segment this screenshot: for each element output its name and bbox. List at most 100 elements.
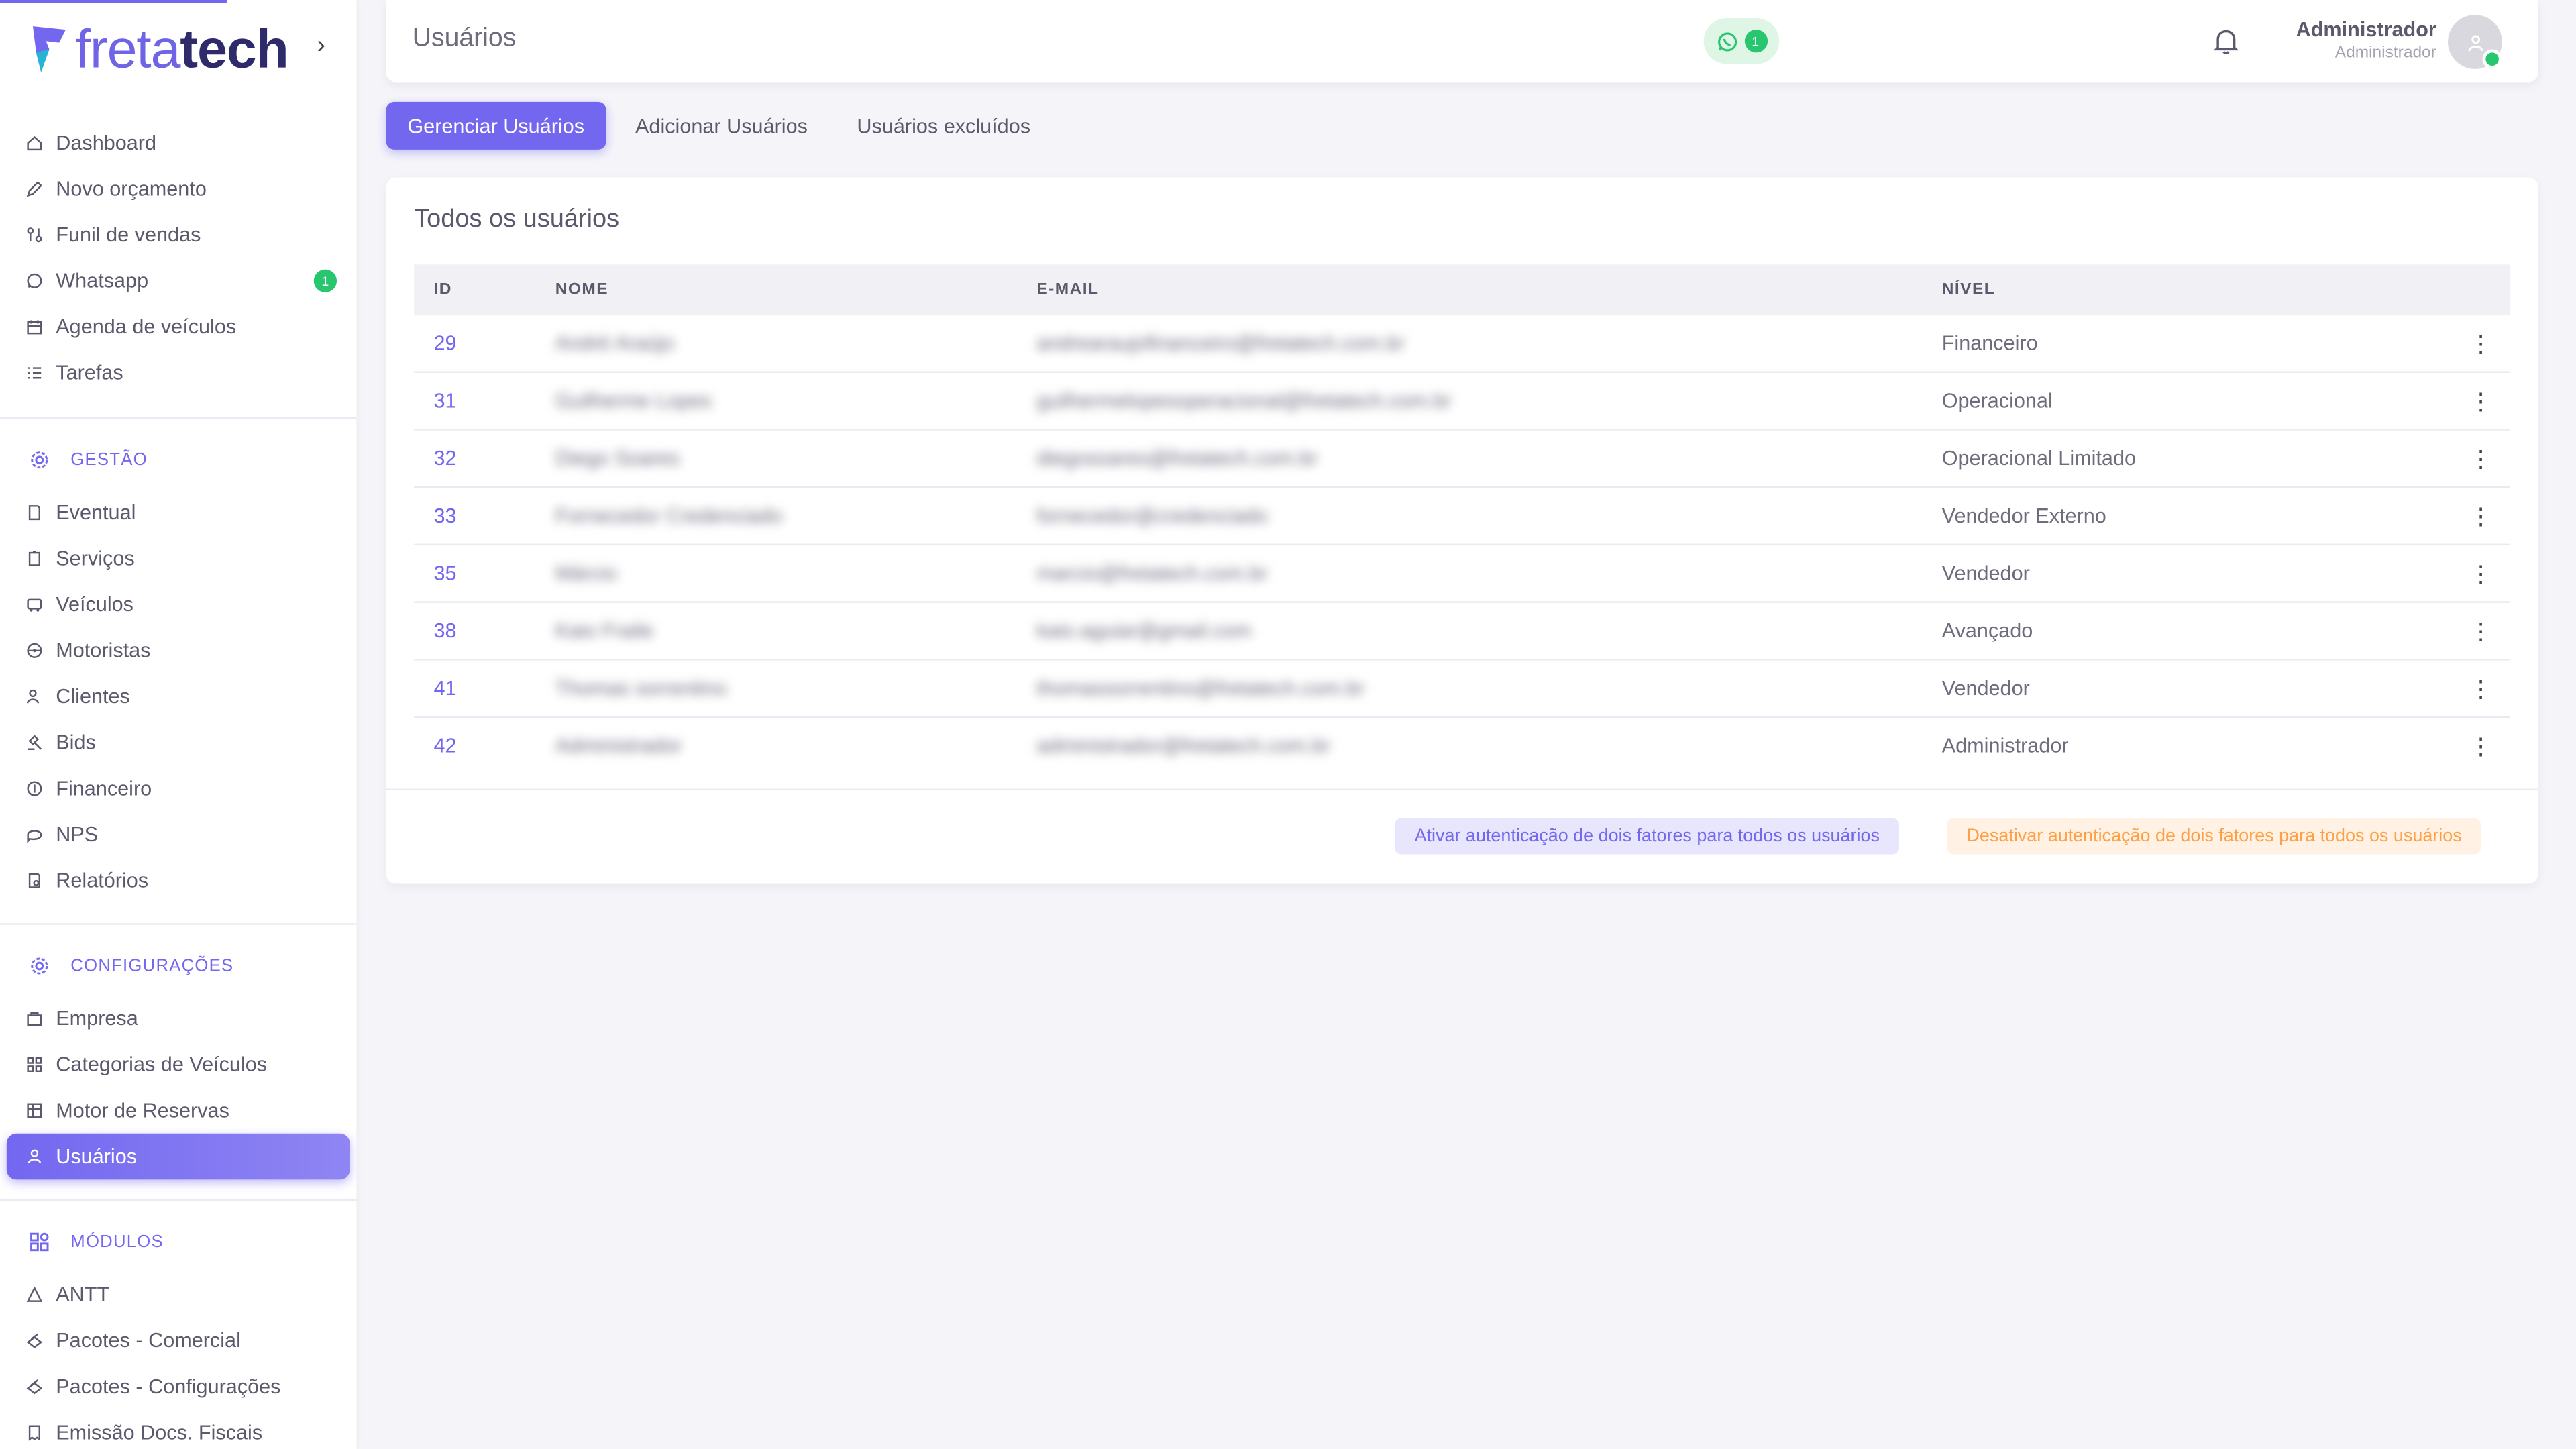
menu-divider	[0, 923, 357, 925]
avatar[interactable]	[2448, 15, 2502, 69]
table-row: 31 Guilherme Lopes guilhermelopesoperaci…	[414, 373, 2511, 431]
user-id-link[interactable]: 33	[414, 504, 555, 527]
more-options-icon[interactable]: ⋮	[2469, 735, 2492, 757]
table-row: 35 Márcio marcio@fretatech.com.br Vended…	[414, 545, 2511, 603]
users-icon	[26, 688, 42, 704]
user-id-link[interactable]: 38	[414, 619, 555, 642]
sidebar-item-emissao-docs-fiscais[interactable]: Emissão Docs. Fiscais	[0, 1409, 356, 1449]
more-options-icon[interactable]: ⋮	[2469, 447, 2492, 470]
edit-icon	[26, 180, 42, 197]
more-options-icon[interactable]: ⋮	[2469, 619, 2492, 642]
user-id-link[interactable]: 29	[414, 332, 555, 355]
user-id-link[interactable]: 42	[414, 735, 555, 757]
enable-2fa-all-button[interactable]: Ativar autenticação de dois fatores para…	[1395, 818, 1900, 855]
user-name-cell: Diego Soares	[555, 447, 680, 470]
sidebar-item-bids[interactable]: Bids	[0, 720, 356, 766]
section-header-label: CONFIGURAÇÕES	[70, 956, 234, 976]
page-title: Usuários	[412, 24, 517, 53]
configuracoes-menu: CONFIGURAÇÕES Empresa Categorias de Veíc…	[0, 943, 356, 1180]
sidebar-item-veiculos[interactable]: Veículos	[0, 582, 356, 628]
logo-text: fretatech	[75, 17, 289, 79]
calendar-icon	[26, 319, 42, 335]
sidebar-item-categorias-de-veiculos[interactable]: Categorias de Veículos	[0, 1042, 356, 1088]
section-header-label: MÓDULOS	[70, 1232, 164, 1252]
sidebar-item-label: Whatsapp	[56, 269, 149, 292]
user-id-link[interactable]: 41	[414, 677, 555, 700]
list-icon	[26, 365, 42, 381]
message-icon	[26, 826, 42, 843]
sidebar-item-financeiro[interactable]: Financeiro	[0, 765, 356, 812]
table-header: ID NOME E-MAIL NÍVEL	[414, 264, 2511, 316]
section-header-label: GESTÃO	[70, 450, 148, 470]
user-level-cell: Financeiro	[1941, 331, 2038, 355]
sidebar-item-relatorios[interactable]: Relatórios	[0, 857, 356, 904]
whatsapp-notification-button[interactable]: 1	[1703, 17, 1780, 64]
sidebar-item-label: NPS	[56, 822, 99, 847]
home-icon	[26, 135, 42, 151]
sidebar-item-eventual[interactable]: Eventual	[0, 490, 356, 536]
user-info[interactable]: Administrador Administrador	[2296, 18, 2436, 62]
user-id-link[interactable]: 31	[414, 389, 555, 412]
more-options-icon[interactable]: ⋮	[2469, 677, 2492, 700]
file-icon	[26, 504, 42, 521]
tab-adicionar-usuarios[interactable]: Adicionar Usuários	[614, 102, 829, 150]
sidebar-item-label: Emissão Docs. Fiscais	[56, 1421, 263, 1444]
building-icon	[26, 1010, 42, 1026]
bus-icon	[26, 596, 42, 612]
package-icon	[26, 1379, 43, 1395]
section-header-modulos: MÓDULOS	[0, 1219, 356, 1265]
sidebar-item-usuarios[interactable]: Usuários	[6, 1133, 350, 1180]
clipboard-icon	[26, 550, 42, 566]
user-name-cell: Fornecedor Credenciado	[555, 504, 783, 528]
loading-bar	[0, 0, 227, 3]
sidebar-item-label: Dashboard	[56, 131, 157, 155]
steering-wheel-icon	[26, 643, 42, 659]
sidebar-item-nps[interactable]: NPS	[0, 812, 356, 858]
menu-divider	[0, 1199, 357, 1201]
whatsapp-icon	[26, 273, 42, 289]
triangle-icon	[26, 1286, 43, 1303]
sidebar-item-dashboard[interactable]: Dashboard	[0, 120, 356, 166]
user-id-link[interactable]: 32	[414, 447, 555, 470]
more-options-icon[interactable]: ⋮	[2469, 332, 2492, 355]
table-row: 32 Diego Soares diegosoares@fretatech.co…	[414, 431, 2511, 488]
user-name-cell: Kaio Fraile	[555, 619, 654, 643]
sidebar-item-novo-orcamento[interactable]: Novo orçamento	[0, 166, 356, 212]
bell-icon[interactable]	[2211, 26, 2241, 56]
sidebar-item-funil-de-vendas[interactable]: Funil de vendas	[0, 212, 356, 258]
disable-2fa-all-button[interactable]: Desativar autenticação de dois fatores p…	[1947, 818, 2482, 855]
sidebar-item-label: Clientes	[56, 685, 130, 708]
collapse-sidebar-chevron-icon[interactable]: ›	[317, 32, 325, 60]
user-name-cell: André Araújo	[555, 331, 674, 355]
sidebar-item-empresa[interactable]: Empresa	[0, 996, 356, 1042]
more-options-icon[interactable]: ⋮	[2469, 504, 2492, 527]
sidebar-item-label: Agenda de veículos	[56, 315, 237, 339]
sidebar-item-whatsapp[interactable]: Whatsapp 1	[0, 258, 356, 304]
user-email-cell: administrador@fretatech.com.br	[1036, 734, 1331, 757]
sidebar-item-motoristas[interactable]: Motoristas	[0, 628, 356, 674]
tab-usuarios-excluidos[interactable]: Usuários excluídos	[836, 102, 1052, 150]
table-row: 42 Administrador administrador@fretatech…	[414, 718, 2510, 773]
sidebar-item-motor-de-reservas[interactable]: Motor de Reservas	[0, 1087, 356, 1134]
user-name-cell: Thomas sorrentino	[555, 676, 727, 700]
sidebar-item-pacotes-comercial[interactable]: Pacotes - Comercial	[0, 1318, 356, 1364]
sidebar-item-label: ANTT	[56, 1283, 110, 1306]
more-options-icon[interactable]: ⋮	[2469, 389, 2492, 412]
sidebar-item-agenda-de-veiculos[interactable]: Agenda de veículos	[0, 304, 356, 350]
user-level-cell: Operacional	[1941, 389, 2053, 413]
sidebar-item-pacotes-configuracoes[interactable]: Pacotes - Configurações	[0, 1364, 356, 1410]
table-row: 33 Fornecedor Credenciado fornecedor@cre…	[414, 488, 2511, 546]
sidebar-item-label: Usuários	[56, 1144, 138, 1169]
sidebar-item-clientes[interactable]: Clientes	[0, 674, 356, 720]
tab-gerenciar-usuarios[interactable]: Gerenciar Usuários	[386, 101, 606, 150]
sidebar-item-servicos[interactable]: Serviços	[0, 535, 356, 582]
brand-logo[interactable]: fretatech	[30, 17, 289, 79]
sidebar-item-tarefas[interactable]: Tarefas	[0, 350, 356, 396]
user-icon	[2467, 34, 2483, 51]
user-level-cell: Vendedor	[1941, 561, 2030, 585]
user-id-link[interactable]: 35	[414, 562, 555, 585]
more-options-icon[interactable]: ⋮	[2469, 562, 2492, 585]
user-email-cell: kaio.aguiar@gmail.com	[1036, 619, 1252, 643]
user-email-cell: fornecedor@credenciado	[1036, 504, 1268, 528]
sidebar-item-antt[interactable]: ANTT	[0, 1272, 356, 1318]
